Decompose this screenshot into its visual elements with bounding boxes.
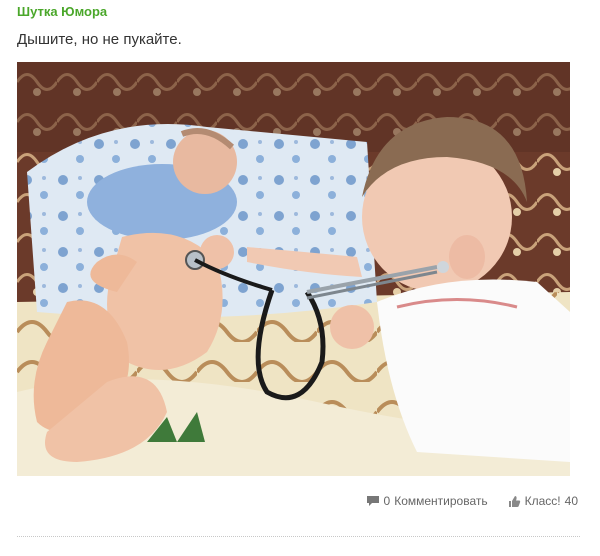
comment-button[interactable]: 0 Комментировать xyxy=(366,494,488,508)
photo-illustration xyxy=(17,62,570,476)
thumbs-up-icon xyxy=(508,495,520,507)
group-name-link[interactable]: Шутка Юмора xyxy=(17,4,107,19)
post-actions: 0 Комментировать Класс! 40 xyxy=(366,494,578,508)
comment-count: 0 xyxy=(383,494,391,508)
like-count: 40 xyxy=(564,494,578,508)
feed-post: Шутка Юмора Дышите, но не пукайте. 0 Ком… xyxy=(0,0,600,556)
like-label: Класс! xyxy=(524,494,561,508)
post-divider xyxy=(17,536,580,537)
post-photo[interactable] xyxy=(17,62,570,476)
comment-label: Комментировать xyxy=(394,494,488,508)
speech-bubble-icon xyxy=(366,496,379,506)
like-button[interactable]: Класс! 40 xyxy=(508,494,578,508)
post-text: Дышите, но не пукайте. xyxy=(17,31,182,48)
